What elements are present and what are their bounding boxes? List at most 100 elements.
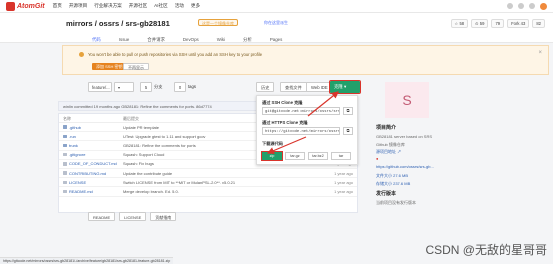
fork-count[interactable]: 82 (532, 19, 545, 28)
file-icon (63, 171, 67, 175)
logo-text: AtomGit (17, 2, 45, 10)
warning-text: You won't be able to pull or push reposi… (88, 52, 263, 57)
commit-message[interactable]: Merge develop branch. Ed. 5.0. (123, 189, 273, 194)
web-ide-button[interactable]: Web IDE (306, 82, 333, 92)
branch-count[interactable]: 5 (140, 82, 152, 92)
commit-message[interactable]: Update the contribute guide (123, 171, 273, 176)
commit-message[interactable]: GB28181: Refine the comments for ports (123, 143, 273, 148)
branch-select[interactable]: feature/... (88, 82, 112, 92)
table-row[interactable]: LICENSE Switch LICENSE from MIT to **MIT … (59, 178, 357, 188)
dont-show-button[interactable]: 不再显示 (123, 63, 149, 70)
watch-button[interactable]: ⊙ 59 (471, 19, 489, 28)
storage-size[interactable]: 存储大小 237.6 MB (376, 181, 410, 187)
star-button[interactable]: ☆ 58 (450, 19, 469, 28)
find-file-button[interactable]: 查找文件 (280, 82, 307, 92)
repo-title[interactable]: mirrors / ossrs / srs-gb28181 (66, 19, 170, 28)
clone-button[interactable]: 克隆 ▾ (329, 80, 361, 94)
nav-link-more[interactable]: 更多 (191, 3, 200, 9)
search-icon[interactable] (507, 3, 513, 9)
download-tarbz2-button[interactable]: tar.bz2 (308, 152, 328, 160)
commit-message[interactable]: Update PR template (123, 125, 273, 130)
top-navbar: AtomGit 首页 开源项目 行业解决方案 开源社区 AI社区 活动 更多 (0, 0, 553, 13)
table-row[interactable]: CONTRIBUTING.md Update the contribute gui… (59, 169, 357, 179)
copy-icon[interactable]: ⧉ (343, 127, 353, 135)
file-icon (63, 152, 67, 157)
tag-count[interactable]: 0 (174, 82, 186, 92)
nav-link-industry[interactable]: 行业解决方案 (94, 3, 122, 9)
clone-popup: 通过 SSH Clone 克隆 git@gitcode.net:mirrors/… (256, 95, 358, 165)
file-name[interactable]: CODE_OF_CONDUCT.md (69, 161, 117, 166)
updated-time: 1 year ago (334, 170, 353, 176)
commit-message[interactable]: Switch LICENSE from MIT to **MIT or Mula… (123, 180, 273, 185)
project-description: GB28181 server based on SRS (376, 134, 433, 139)
notification-icon[interactable] (518, 3, 524, 9)
file-name[interactable]: README.md (69, 189, 93, 194)
https-clone-label: 通过 HTTPS Clone 克隆 (262, 120, 308, 125)
folder-icon (63, 143, 67, 148)
project-avatar: S (385, 82, 429, 118)
updated-time: 1 year ago (334, 179, 353, 185)
file-name[interactable]: .gitignore (69, 152, 85, 157)
nav-link-home[interactable]: 首页 (53, 3, 62, 9)
mirror-link[interactable]: 源项目地址 ↗ (376, 149, 401, 155)
right-sidebar: S 项目简介 GB28181 server based on SRS Githu… (370, 82, 480, 257)
col-last-commit: 最后提交 (123, 116, 139, 121)
commit-message[interactable]: Squash: Fix bugs (123, 161, 273, 166)
path-breadcrumb[interactable]: ▾ (114, 82, 134, 92)
commit-message[interactable]: Squash: Support Cloud (123, 152, 273, 157)
tags-label[interactable]: tags (188, 84, 196, 89)
close-icon[interactable]: × (538, 50, 542, 56)
ssh-clone-label: 通过 SSH Clone 克隆 (262, 100, 303, 105)
file-icon (63, 162, 67, 166)
stat-count[interactable]: 79 (491, 19, 505, 28)
add-ssh-key-button[interactable]: 添加 SSH 密钥 (92, 63, 127, 70)
file-name[interactable]: LICENSE (69, 180, 86, 185)
https-url-input[interactable]: https://gitcode.net/mirrors/ossrs/srs-gb… (262, 127, 340, 135)
plus-icon[interactable] (529, 3, 535, 9)
contributing-button[interactable]: 贡献指南 (150, 212, 177, 221)
download-tar-button[interactable]: tar (331, 152, 351, 160)
site-logo[interactable]: AtomGit (6, 1, 45, 11)
warning-icon (79, 52, 84, 57)
nav-link-community[interactable]: 开源社区 (129, 3, 147, 9)
intro-title: 项目简介 (376, 125, 397, 131)
download-options: zip tar.gz tar.bz2 tar (261, 151, 351, 161)
copy-icon[interactable]: ⧉ (343, 107, 353, 115)
watermark: CSDN @无敌的星哥哥 (425, 243, 547, 257)
ssh-url-input[interactable]: git@gitcode.net:mirrors/ossrs/srs-gb2818… (262, 107, 340, 115)
status-bar-url: https://gitcode.net/mirrors/ossrs/srs-gb… (0, 257, 174, 264)
branches-label[interactable]: 分支 (154, 84, 162, 90)
col-name: 名称 (63, 116, 71, 121)
file-name[interactable]: .run (69, 134, 76, 139)
release-empty: 当前项目没有发行版本 (376, 200, 416, 205)
nav-link-projects[interactable]: 开源项目 (69, 3, 87, 9)
file-icon (63, 189, 67, 194)
repo-stats: ☆ 58 ⊙ 59 79 Fork 43 82 (450, 19, 545, 28)
status-dot: ● (376, 156, 379, 161)
mirror-badge: 这是一个镜像仓库 (198, 19, 238, 26)
download-zip-button[interactable]: zip (261, 151, 283, 161)
nav-link-ai[interactable]: AI社区 (154, 3, 168, 9)
readme-button[interactable]: README (88, 212, 116, 221)
file-name[interactable]: .github (69, 125, 81, 130)
license-button[interactable]: LICENSE (119, 212, 147, 221)
repo-header: mirrors / ossrs / srs-gb28181 这是一个镜像仓库 你… (0, 13, 553, 46)
fork-button[interactable]: Fork 43 (507, 19, 530, 28)
nav-links: 首页 开源项目 行业解决方案 开源社区 AI社区 活动 更多 (53, 3, 201, 9)
mirror-source: Github 镜像仓库 (376, 142, 405, 147)
file-size[interactable]: 文件大小 27.6 MB (376, 173, 408, 179)
user-avatar[interactable] (540, 2, 547, 10)
nav-link-events[interactable]: 活动 (175, 3, 184, 9)
file-name[interactable]: trunk (69, 143, 78, 148)
folder-icon (63, 125, 67, 129)
history-button[interactable]: 历史 (256, 82, 275, 92)
download-targz-button[interactable]: tar.gz (285, 152, 305, 160)
github-url[interactable]: https://github.com/ossrs/srs-gb... (376, 164, 434, 169)
table-row[interactable]: README.md Merge develop branch. Ed. 5.0. 1… (59, 187, 357, 197)
updated-time: 1 year ago (334, 188, 353, 194)
folder-icon (63, 134, 67, 138)
commit-message[interactable]: UTest: Upgrade gtest to 1.11 and support… (123, 134, 273, 139)
file-name[interactable]: CONTRIBUTING.md (69, 171, 106, 176)
download-source-label: 下载源代码 (262, 141, 283, 146)
fork-link[interactable]: 你在这里派生 (261, 19, 291, 26)
